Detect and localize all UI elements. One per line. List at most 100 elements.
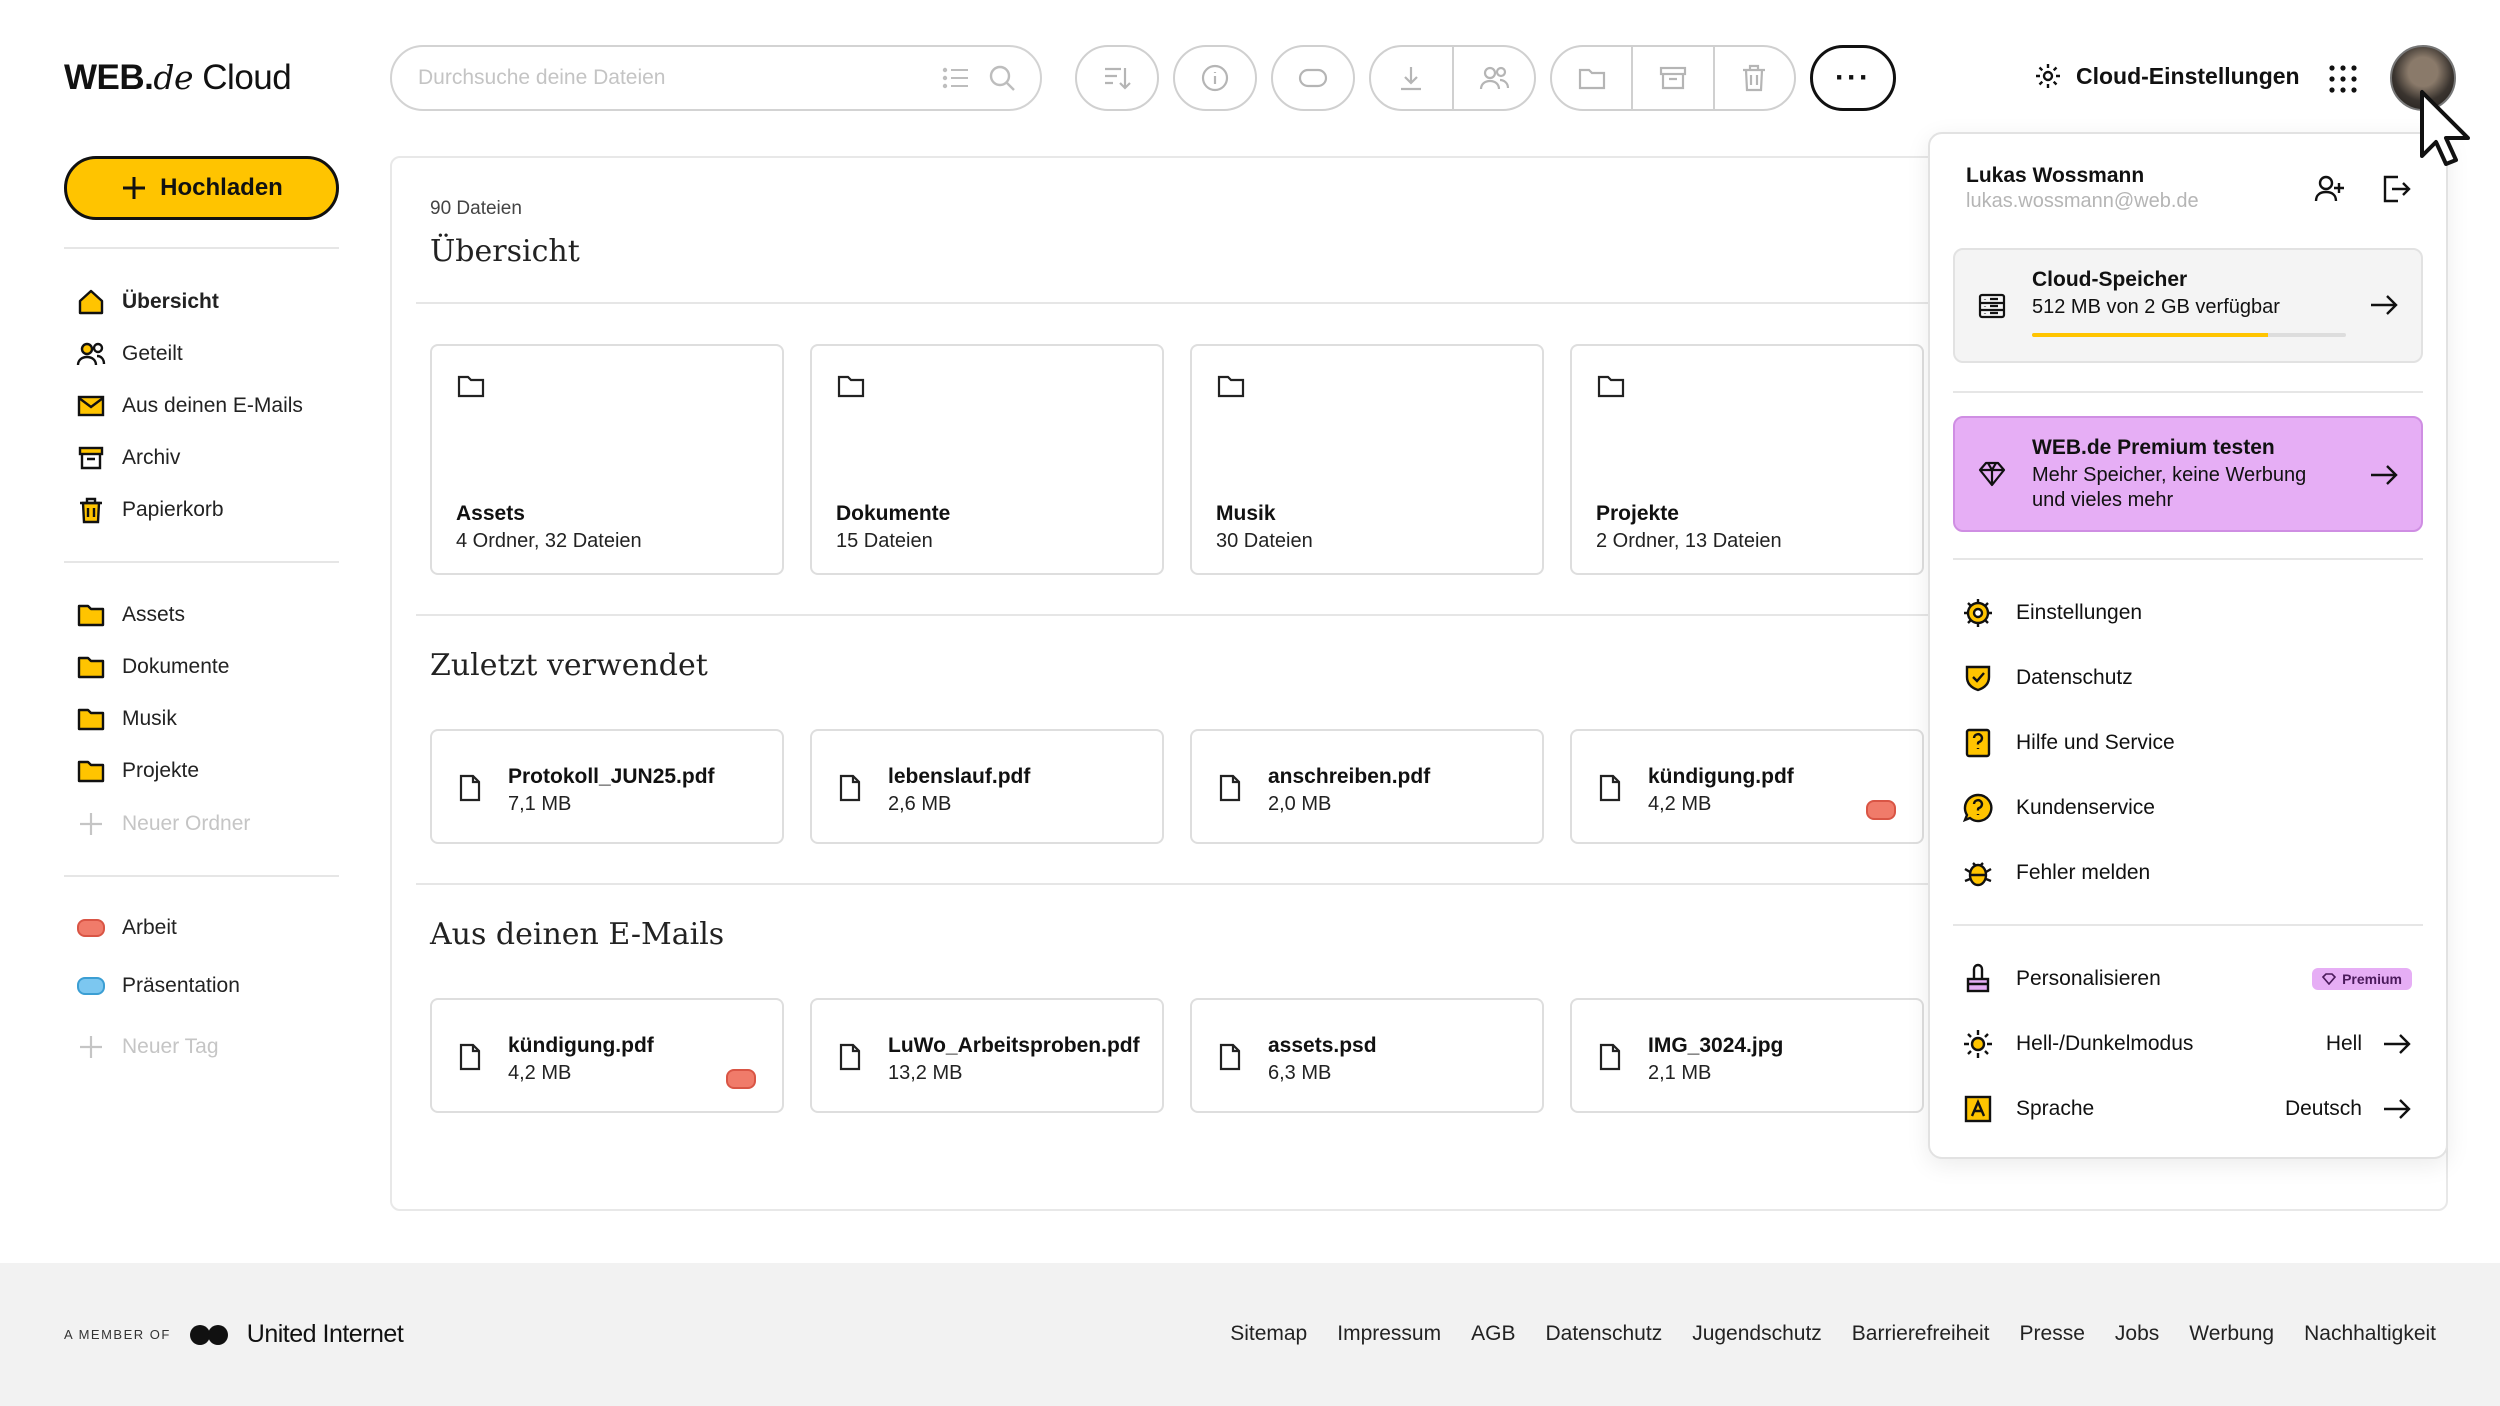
sidebar-item-uebersicht[interactable]: Übersicht <box>76 287 219 317</box>
folder-card-dokumente[interactable]: Dokumente 15 Dateien <box>810 344 1164 575</box>
sidebar-tag-praesentation[interactable]: Präsentation <box>76 974 240 998</box>
sidebar-item-archiv[interactable]: Archiv <box>76 443 180 473</box>
menu-item-sprache[interactable]: Sprache Deutsch <box>1962 1093 2412 1125</box>
menu-item-fehler[interactable]: Fehler melden <box>1962 857 2412 889</box>
sidebar-item-label: Musik <box>122 707 177 730</box>
file-icon <box>838 773 862 803</box>
folder-card-musik[interactable]: Musik 30 Dateien <box>1190 344 1544 575</box>
archive-action-icon[interactable] <box>1631 47 1712 109</box>
sidebar-divider <box>64 561 339 563</box>
folder-name: Projekte <box>1596 502 1679 525</box>
menu-item-theme[interactable]: Hell-/Dunkelmodus Hell <box>1962 1028 2412 1060</box>
footer-link-impressum[interactable]: Impressum <box>1337 1322 1441 1346</box>
arrow-right-icon <box>2382 1096 2412 1122</box>
footer-link-agb[interactable]: AGB <box>1471 1322 1515 1346</box>
file-card-mail[interactable]: assets.psd 6,3 MB <box>1190 998 1544 1113</box>
file-icon <box>1218 773 1242 803</box>
file-name: Protokoll_JUN25.pdf <box>508 765 715 788</box>
storage-card[interactable]: Cloud-Speicher 512 MB von 2 GB verfügbar <box>1953 248 2423 363</box>
move-folder-icon[interactable] <box>1552 47 1631 109</box>
sidebar-item-papierkorb[interactable]: Papierkorb <box>76 495 224 525</box>
file-card-mail[interactable]: IMG_3024.jpg 2,1 MB <box>1570 998 1924 1113</box>
footer-links: Sitemap Impressum AGB Datenschutz Jugend… <box>1230 1322 2436 1346</box>
file-card-recent[interactable]: kündigung.pdf 4,2 MB <box>1570 729 1924 844</box>
menu-item-einstellungen[interactable]: Einstellungen <box>1962 597 2412 629</box>
bug-icon <box>1962 857 1994 889</box>
menu-item-label: Hell-/Dunkelmodus <box>2016 1032 2194 1055</box>
footer-link-barrierefreiheit[interactable]: Barrierefreiheit <box>1852 1322 1990 1346</box>
file-card-recent[interactable]: anschreiben.pdf 2,0 MB <box>1190 729 1544 844</box>
share-users-icon[interactable] <box>1451 47 1535 109</box>
footer-link-jugendschutz[interactable]: Jugendschutz <box>1692 1322 1822 1346</box>
file-size: 6,3 MB <box>1268 1062 1332 1084</box>
upload-button[interactable]: Hochladen <box>64 156 339 220</box>
dropdown-divider <box>1953 558 2423 560</box>
cloud-settings-button[interactable]: Cloud-Einstellungen <box>2034 62 2300 90</box>
menu-item-personalisieren[interactable]: Personalisieren Premium <box>1962 963 2412 995</box>
file-size: 4,2 MB <box>1648 793 1712 815</box>
file-size: 2,0 MB <box>1268 793 1332 815</box>
premium-card[interactable]: WEB.de Premium testen Mehr Speicher, kei… <box>1953 416 2423 532</box>
add-account-icon[interactable] <box>2314 173 2346 205</box>
storage-icon <box>1977 292 2007 320</box>
footer-link-presse[interactable]: Presse <box>2020 1322 2085 1346</box>
tag-red-icon <box>726 1069 756 1089</box>
menu-item-label: Fehler melden <box>2016 861 2151 884</box>
file-card-mail[interactable]: kündigung.pdf 4,2 MB <box>430 998 784 1113</box>
dropdown-divider <box>1953 924 2423 926</box>
sidebar-item-mails[interactable]: Aus deinen E-Mails <box>76 391 303 421</box>
list-filter-icon[interactable] <box>942 66 970 90</box>
file-card-recent[interactable]: Protokoll_JUN25.pdf 7,1 MB <box>430 729 784 844</box>
delete-icon[interactable] <box>1712 47 1794 109</box>
plus-icon <box>120 174 148 202</box>
folder-meta: 4 Ordner, 32 Dateien <box>456 530 642 552</box>
more-options-button[interactable]: ··· <box>1810 45 1896 111</box>
search-input[interactable] <box>418 66 924 90</box>
footer-company: United Internet <box>246 1320 404 1348</box>
folder-icon <box>456 372 486 400</box>
folder-meta: 15 Dateien <box>836 530 933 552</box>
menu-item-hilfe[interactable]: Hilfe und Service <box>1962 727 2412 759</box>
sidebar-folder-assets[interactable]: Assets <box>76 601 185 629</box>
file-name: lebenslauf.pdf <box>888 765 1031 788</box>
help-book-icon <box>1962 727 1994 759</box>
sidebar-folder-projekte[interactable]: Projekte <box>76 757 199 785</box>
footer-link-jobs[interactable]: Jobs <box>2115 1322 2159 1346</box>
menu-item-kundenservice[interactable]: Kundenservice <box>1962 792 2412 824</box>
storage-detail: 512 MB von 2 GB verfügbar <box>2032 296 2280 318</box>
info-icon[interactable] <box>1175 47 1255 109</box>
folder-card-projekte[interactable]: Projekte 2 Ordner, 13 Dateien <box>1570 344 1924 575</box>
footer-link-datenschutz[interactable]: Datenschutz <box>1545 1322 1662 1346</box>
sidebar-folder-musik[interactable]: Musik <box>76 705 177 733</box>
sidebar-folder-dokumente[interactable]: Dokumente <box>76 653 229 681</box>
folder-icon <box>76 653 106 681</box>
new-tag-button[interactable]: Neuer Tag <box>76 1032 219 1062</box>
file-card-recent[interactable]: lebenslauf.pdf 2,6 MB <box>810 729 1164 844</box>
file-name: kündigung.pdf <box>508 1034 654 1057</box>
logout-icon[interactable] <box>2380 173 2412 205</box>
section-divider <box>416 302 1928 304</box>
file-size: 7,1 MB <box>508 793 572 815</box>
file-name: IMG_3024.jpg <box>1648 1034 1784 1057</box>
footer-link-nachhaltigkeit[interactable]: Nachhaltigkeit <box>2304 1322 2436 1346</box>
logo[interactable]: WEB.de Cloud <box>64 58 292 98</box>
footer-link-werbung[interactable]: Werbung <box>2189 1322 2274 1346</box>
download-icon[interactable] <box>1371 47 1452 109</box>
united-internet-logo-icon <box>189 1324 229 1346</box>
sidebar-tag-arbeit[interactable]: Arbeit <box>76 916 177 940</box>
section-divider <box>416 614 1928 616</box>
tag-icon[interactable] <box>1273 47 1353 109</box>
file-name: kündigung.pdf <box>1648 765 1794 788</box>
folder-card-assets[interactable]: Assets 4 Ordner, 32 Dateien <box>430 344 784 575</box>
footer-brand[interactable]: A MEMBER OF United Internet <box>64 1320 404 1349</box>
file-card-mail[interactable]: LuWo_Arbeitsproben.pdf 13,2 MB <box>810 998 1164 1113</box>
storage-progress-fill <box>2032 333 2268 337</box>
search-icon[interactable] <box>988 64 1016 92</box>
more-dots: ··· <box>1835 61 1871 94</box>
sidebar-item-geteilt[interactable]: Geteilt <box>76 339 183 369</box>
new-folder-button[interactable]: Neuer Ordner <box>76 809 250 839</box>
sort-icon[interactable] <box>1077 47 1157 109</box>
footer-link-sitemap[interactable]: Sitemap <box>1230 1322 1307 1346</box>
menu-item-datenschutz[interactable]: Datenschutz <box>1962 662 2412 694</box>
app-grid-icon[interactable] <box>2328 64 2358 94</box>
